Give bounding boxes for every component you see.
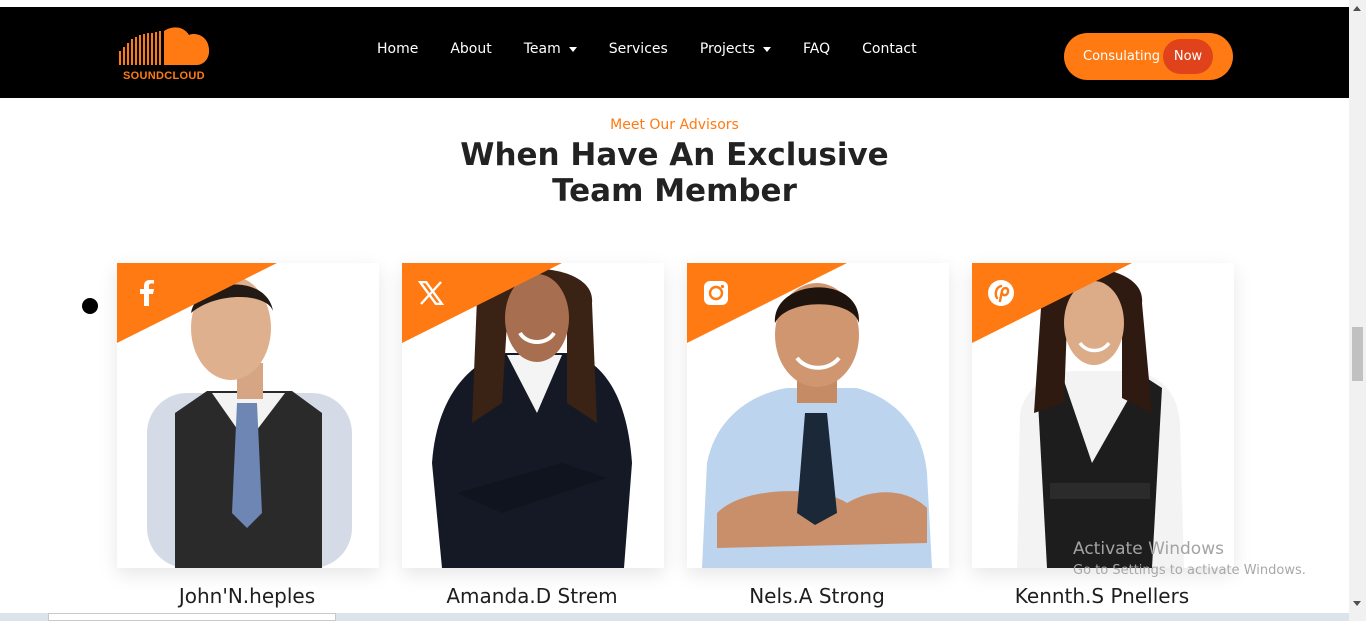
vertical-scrollbar[interactable] [1349,0,1366,621]
nav-item-about[interactable]: About [450,41,491,57]
scroll-up-arrow-icon[interactable] [1353,6,1361,11]
nav-item-label: Services [608,41,668,57]
nav-item-team[interactable]: Team [524,41,577,57]
nav-item-label: FAQ [803,41,831,57]
soundcloud-logo-icon [119,27,210,66]
navbar: SOUNDCLOUD Home About Team Services Proj… [0,7,1349,98]
consulting-now-badge: Now [1163,39,1213,74]
scroll-down-arrow-icon[interactable] [1353,601,1361,606]
caret-down-icon [568,46,577,52]
nav-item-label: Projects [699,41,756,57]
pinterest-icon[interactable] [986,278,1016,308]
team-card [972,263,1234,568]
nav-item-label: Contact [862,41,917,57]
team-member-name: Kennth.S Pnellers [1014,584,1190,608]
page: SOUNDCLOUD Home About Team Services Proj… [0,0,1366,621]
caret-down-icon [763,46,772,52]
nav-item-label: About [450,41,492,57]
taskbar-item[interactable] [48,613,336,621]
scroll-thumb[interactable] [1352,327,1363,381]
team-card [687,263,949,568]
main-nav: Home About Team Services Projects FAQ Co… [377,41,949,57]
instagram-icon[interactable] [701,278,731,308]
team-member-name: John'N.heples [178,584,316,608]
brand-name: SOUNDCLOUD [123,70,205,82]
nav-item-projects[interactable]: Projects [699,41,772,57]
facebook-icon[interactable] [131,278,161,308]
nav-item-label: Team [523,41,561,57]
nav-item-home[interactable]: Home [377,41,418,57]
section-title-line2: Team Member [552,173,797,209]
x-icon[interactable] [416,278,446,308]
team-card [402,263,664,568]
team-card [117,263,379,568]
consulting-button[interactable]: Consulating Now [1064,33,1233,80]
section-title-line1: When Have An Exclusive [460,137,889,173]
nav-item-faq[interactable]: FAQ [803,41,830,57]
carousel-dot[interactable] [82,298,98,314]
section-subtitle: Meet Our Advisors [610,117,739,133]
top-strip [0,0,1349,7]
nav-item-services[interactable]: Services [609,41,668,57]
consulting-button-label: Consulating [1083,49,1161,64]
team-member-name: Amanda.D Strem [446,584,618,608]
team-member-name: Nels.A Strong [749,584,885,608]
nav-item-contact[interactable]: Contact [862,41,916,57]
section-title: When Have An Exclusive Team Member [0,137,1349,209]
brand-logo[interactable]: SOUNDCLOUD [117,25,213,83]
activate-windows-title: Activate Windows [1073,539,1224,559]
activate-windows-hint: Go to Settings to activate Windows. [1073,563,1306,578]
nav-item-label: Home [377,41,419,57]
